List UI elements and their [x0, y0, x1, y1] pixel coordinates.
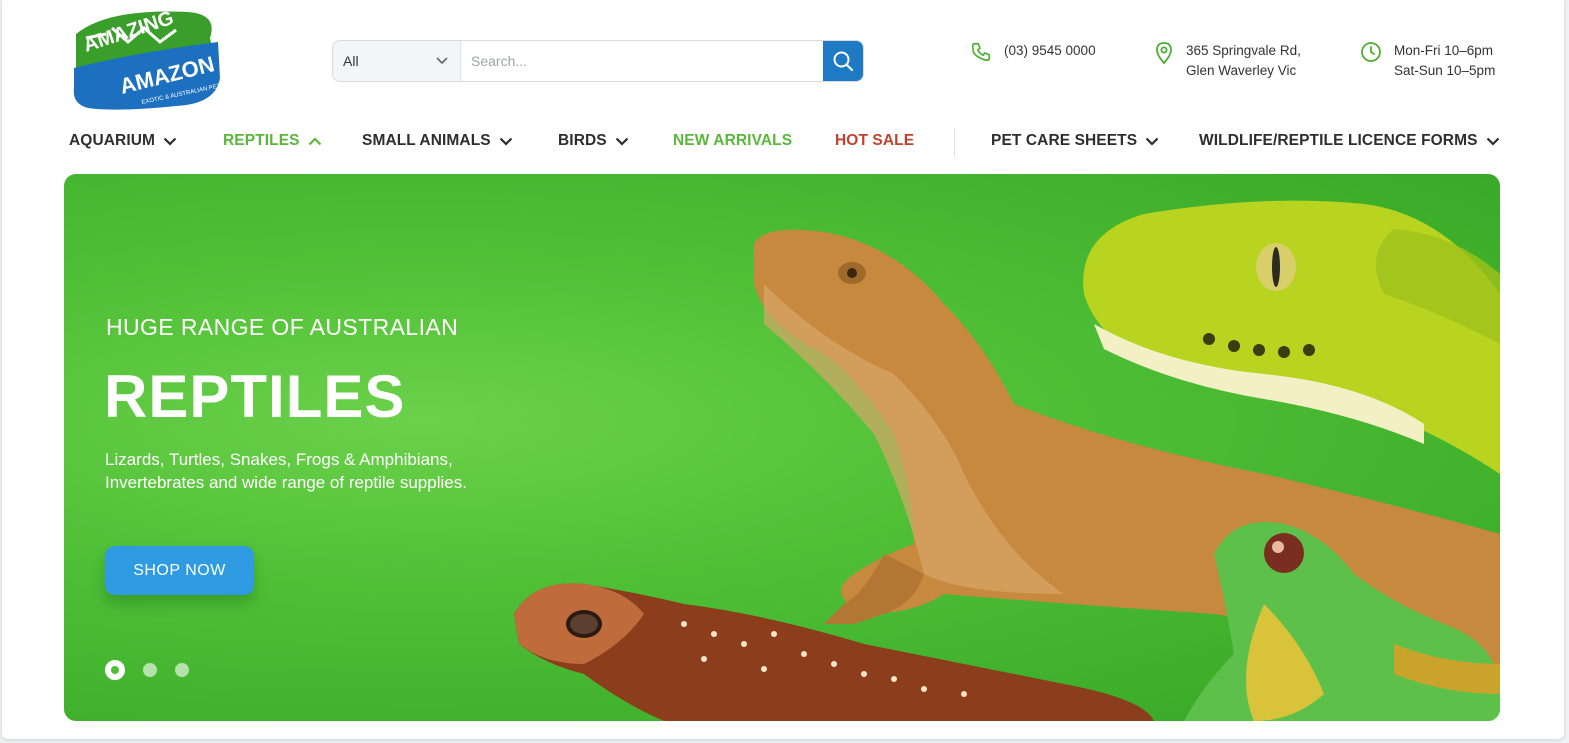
nav-item-label: AQUARIUM [69, 132, 156, 149]
nav-item-pet-care-sheets[interactable]: PET CARE SHEETS [991, 128, 1159, 154]
nav-item-small-animals[interactable]: SMALL ANIMALS [362, 128, 513, 154]
address-info[interactable]: 365 Springvale Rd, Glen Waverley Vic [1154, 41, 1301, 81]
nav-item-label: NEW ARRIVALS [673, 132, 793, 149]
address-line-1: 365 Springvale Rd, [1186, 43, 1301, 58]
slide-indicator [105, 660, 207, 680]
location-pin-icon [1156, 42, 1172, 65]
chevron-down-icon [163, 137, 177, 146]
phone-number: (03) 9545 0000 [1004, 43, 1096, 58]
nav-item-hot-sale[interactable]: HOT SALE [835, 128, 914, 154]
nav-divider [954, 128, 955, 158]
brand-logo[interactable]: AMAZING AMAZON EXOTIC & AUSTRALIAN PETS [68, 7, 228, 112]
nav-item-label: SMALL ANIMALS [362, 132, 491, 149]
nav-item-label: PET CARE SHEETS [991, 132, 1138, 149]
search-input[interactable] [461, 41, 823, 81]
nav-item-birds[interactable]: BIRDS [558, 128, 629, 154]
search-category-select[interactable]: All [333, 41, 461, 81]
address-line-2: Glen Waverley Vic [1186, 63, 1297, 78]
clock-icon [1361, 42, 1381, 62]
chevron-down-icon [1486, 137, 1499, 146]
slide-dot-2[interactable] [143, 663, 157, 677]
hero-eyebrow: HUGE RANGE OF AUSTRALIAN [106, 314, 459, 340]
hours-weekend: Sat-Sun 10–5pm [1394, 63, 1496, 78]
chevron-down-icon [436, 57, 448, 65]
chevron-up-icon [308, 136, 321, 145]
nav-item-aquarium[interactable]: AQUARIUM [69, 128, 177, 154]
hero-description: Lizards, Turtles, Snakes, Frogs & Amphib… [105, 450, 467, 492]
nav-item-label: REPTILES [223, 132, 300, 149]
main-nav: AQUARIUM REPTILES SMALL ANIMALS BIRDS NE… [2, 128, 1564, 154]
slide-dot-3[interactable] [175, 663, 189, 677]
nav-item-licence-forms[interactable]: WILDLIFE/REPTILE LICENCE FORMS [1199, 128, 1500, 154]
nav-item-new-arrivals[interactable]: NEW ARRIVALS [673, 128, 792, 154]
chevron-down-icon [499, 137, 513, 146]
hours-weekday: Mon-Fri 10–6pm [1394, 43, 1494, 58]
search-bar: All [332, 40, 864, 82]
phone-icon [971, 42, 991, 62]
search-button[interactable] [823, 41, 863, 81]
hours-info: Mon-Fri 10–6pm Sat-Sun 10–5pm [1360, 41, 1495, 81]
nav-item-label: BIRDS [558, 132, 607, 149]
search-category-value: All [343, 53, 359, 69]
nav-item-label: HOT SALE [835, 132, 915, 149]
search-icon [833, 51, 854, 72]
chevron-down-icon [615, 137, 629, 146]
page: AMAZING AMAZON EXOTIC & AUSTRALIAN PETS … [2, 0, 1564, 739]
shop-now-button[interactable]: SHOP NOW [105, 546, 254, 595]
hero-banner: HUGE RANGE OF AUSTRALIAN REPTILES Lizard… [64, 174, 1500, 721]
slide-dot-1[interactable] [105, 660, 125, 680]
nav-item-label: WILDLIFE/REPTILE LICENCE FORMS [1199, 132, 1478, 149]
hero-headline: REPTILES [104, 363, 406, 430]
chevron-down-icon [1145, 137, 1159, 146]
nav-item-reptiles[interactable]: REPTILES [223, 128, 322, 154]
phone-info[interactable]: (03) 9545 0000 [970, 41, 1096, 63]
